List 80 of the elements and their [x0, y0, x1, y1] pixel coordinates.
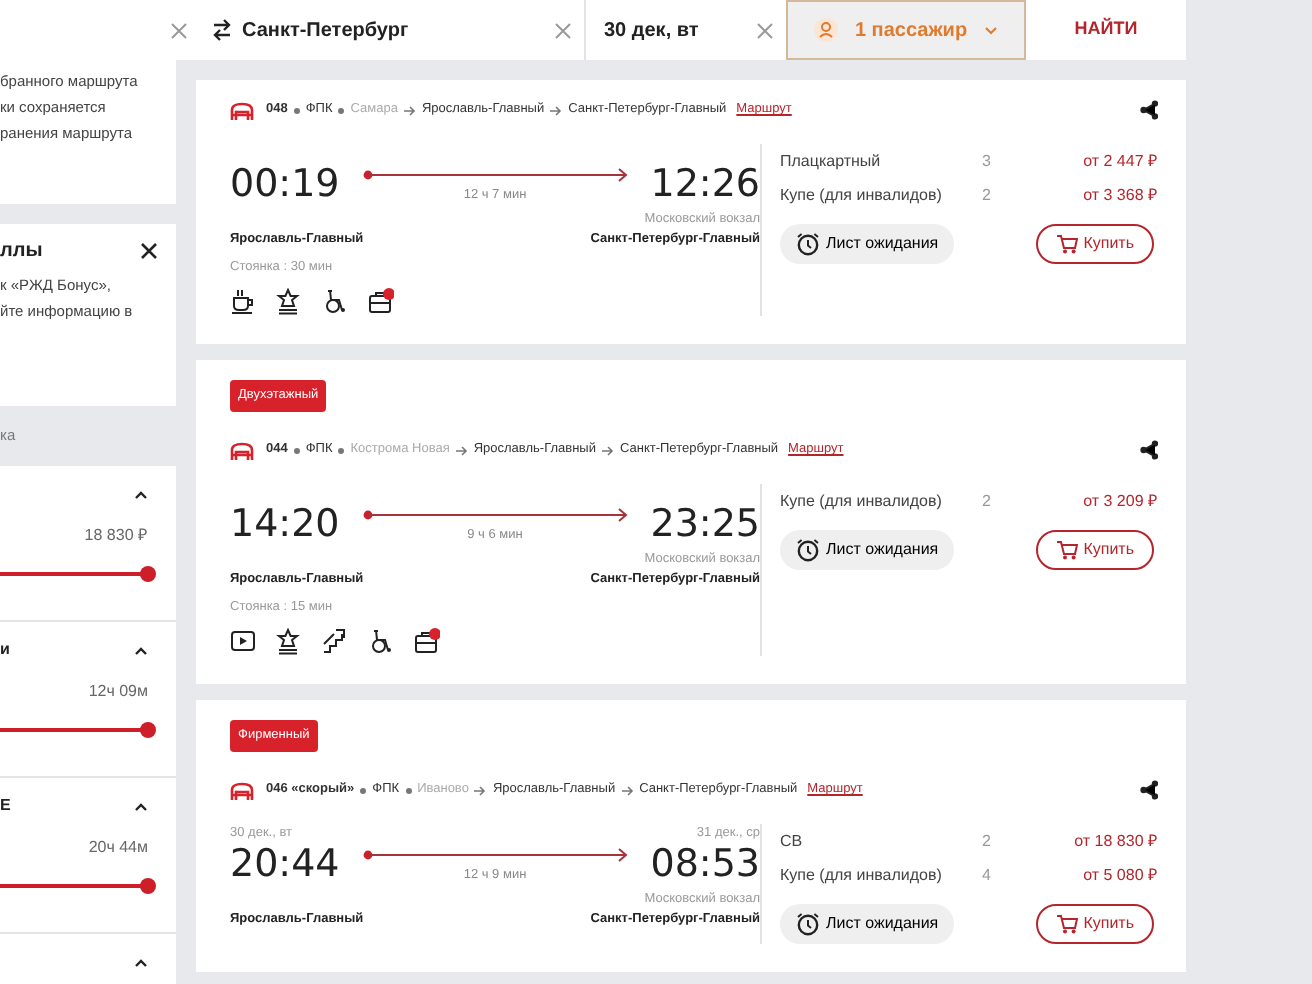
arrow-icon: [403, 105, 416, 115]
arrow-icon: [601, 445, 614, 455]
car-class: Купе (для инвалидов): [780, 489, 944, 513]
filter-value: 20ч 44м: [86, 836, 148, 860]
caret-icon[interactable]: [134, 957, 148, 967]
alarm-clock-icon: [796, 538, 820, 562]
filter-value: 18 830 ₽: [82, 524, 148, 548]
waitlist-button[interactable]: Лист ожидания: [780, 904, 955, 944]
caret-icon[interactable]: [134, 645, 148, 655]
bonus-title: ллы: [0, 238, 43, 266]
cup-icon: [230, 288, 256, 317]
departure-time: 20:44: [230, 842, 340, 886]
swap-icon[interactable]: [212, 18, 232, 42]
filter-value: 12ч 09м: [86, 680, 148, 704]
alarm-clock-icon: [796, 912, 820, 936]
wheelchair-icon: [322, 288, 348, 317]
buy-button[interactable]: Купить: [1035, 224, 1154, 264]
clear-icon[interactable]: [170, 21, 188, 39]
train-logo-icon: [230, 101, 254, 119]
arrow-icon: [550, 105, 563, 115]
cart-icon: [1055, 540, 1078, 560]
price-text: от 3 368 ₽: [1081, 183, 1158, 207]
separator-dot: [405, 787, 412, 793]
price-text: от 3 209 ₽: [1081, 489, 1158, 513]
stairs-icon: [322, 628, 348, 657]
luggage-icon: [368, 288, 394, 317]
filter-title: Е: [0, 794, 11, 818]
separator-dot: [360, 787, 367, 793]
cart-icon: [1055, 914, 1078, 934]
person-icon: [814, 18, 839, 42]
departure-time: 14:20: [230, 502, 340, 546]
award-icon: [276, 628, 302, 657]
video-icon: [230, 628, 256, 657]
caret-icon[interactable]: [134, 801, 148, 811]
award-icon: [276, 288, 302, 317]
arrow-icon: [621, 785, 634, 795]
separator-dot: [293, 107, 300, 113]
seat-count: 2: [982, 183, 993, 207]
train-logo-icon: [230, 781, 254, 799]
clear-icon[interactable]: [554, 21, 572, 39]
train-logo-icon: [230, 441, 254, 459]
arrow-icon: [474, 785, 487, 795]
price-text: от 18 830 ₽: [1072, 829, 1158, 853]
seat-count: 2: [982, 829, 993, 853]
seat-count: 4: [982, 863, 993, 887]
waitlist-button[interactable]: Лист ожидания: [780, 530, 955, 570]
car-class: Купе (для инвалидов): [780, 863, 944, 887]
buy-button[interactable]: Купить: [1035, 904, 1154, 944]
close-icon[interactable]: [140, 242, 158, 260]
arrival-time: 23:25: [650, 502, 760, 546]
car-class: Плацкартный: [780, 149, 883, 173]
alarm-clock-icon: [796, 232, 820, 256]
arrow-icon: [455, 445, 468, 455]
car-class: Купе (для инвалидов): [780, 183, 944, 207]
caret-icon[interactable]: [134, 489, 148, 499]
price-text: от 5 080 ₽: [1081, 863, 1158, 887]
waitlist-button[interactable]: Лист ожидания: [780, 224, 955, 264]
find-button[interactable]: НАЙТИ: [1026, 0, 1186, 60]
buy-button[interactable]: Купить: [1035, 530, 1154, 570]
price-text: от 2 447 ₽: [1081, 149, 1158, 173]
separator-dot: [338, 107, 345, 113]
clear-icon[interactable]: [756, 21, 774, 39]
arrival-time: 08:53: [650, 842, 760, 886]
luggage-icon: [414, 628, 440, 657]
cart-icon: [1055, 234, 1078, 254]
share-icon[interactable]: [1140, 440, 1158, 460]
separator-dot: [293, 447, 300, 453]
separator-dot: [338, 447, 345, 453]
car-class: СВ: [780, 829, 805, 853]
chevron-icon: [983, 25, 998, 35]
share-icon[interactable]: [1140, 780, 1158, 800]
seat-count: 2: [982, 489, 993, 513]
destination-field[interactable]: Санкт-Петербург: [242, 15, 409, 45]
wheelchair-icon: [368, 628, 394, 657]
share-icon[interactable]: [1140, 100, 1158, 120]
departure-time: 00:19: [230, 162, 340, 206]
arrival-time: 12:26: [650, 162, 760, 206]
date-field[interactable]: 30 дек, вт: [604, 15, 699, 45]
filter-title: и: [0, 638, 10, 662]
seat-count: 3: [982, 149, 993, 173]
